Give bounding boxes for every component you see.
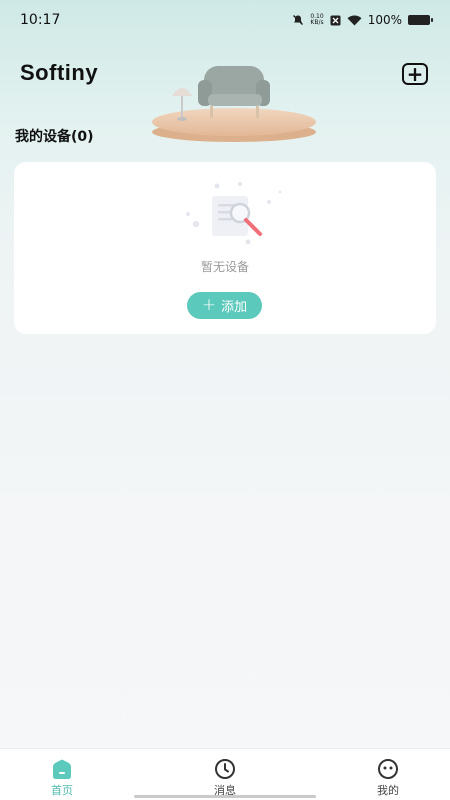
status-icons: 0.10 KB/s 100% <box>292 13 433 27</box>
add-device-button[interactable]: + 添加 <box>187 292 262 319</box>
tab-profile-label: 我的 <box>377 784 399 797</box>
tab-messages[interactable]: 消息 <box>200 749 250 800</box>
status-time: 10:17 <box>20 12 61 28</box>
sim-blocked-icon <box>330 15 341 25</box>
home-icon <box>53 759 71 779</box>
tab-home-label: 首页 <box>51 784 73 797</box>
mute-bell-icon <box>293 15 304 25</box>
wifi-icon <box>347 15 362 25</box>
my-devices-title: 我的设备(0) <box>15 129 94 145</box>
plus-square-icon: + <box>406 62 424 86</box>
armchair-illustration <box>152 66 316 142</box>
empty-search-icon <box>186 182 282 244</box>
plus-icon: + <box>201 295 217 315</box>
clock-icon <box>215 759 235 779</box>
add-device-label: 添加 <box>221 300 248 315</box>
network-speed: 0.10 KB/s <box>310 14 323 26</box>
face-icon <box>378 759 398 779</box>
home-indicator <box>134 795 316 798</box>
battery-icon <box>408 15 433 25</box>
status-bar: 10:17 0.10 KB/s 100% <box>0 0 450 40</box>
devices-empty-card: 暂无设备 + 添加 <box>14 162 436 334</box>
empty-devices-text: 暂无设备 <box>200 260 249 274</box>
bottom-tab-bar: 首页 消息 我的 <box>0 748 450 800</box>
add-device-top-button[interactable]: + <box>402 63 428 85</box>
app-title: Softiny <box>20 60 99 85</box>
battery-percent: 100% <box>367 13 402 27</box>
tab-profile[interactable]: 我的 <box>363 749 413 800</box>
network-speed-unit: KB/s <box>310 19 324 26</box>
tab-home[interactable]: 首页 <box>37 749 87 800</box>
